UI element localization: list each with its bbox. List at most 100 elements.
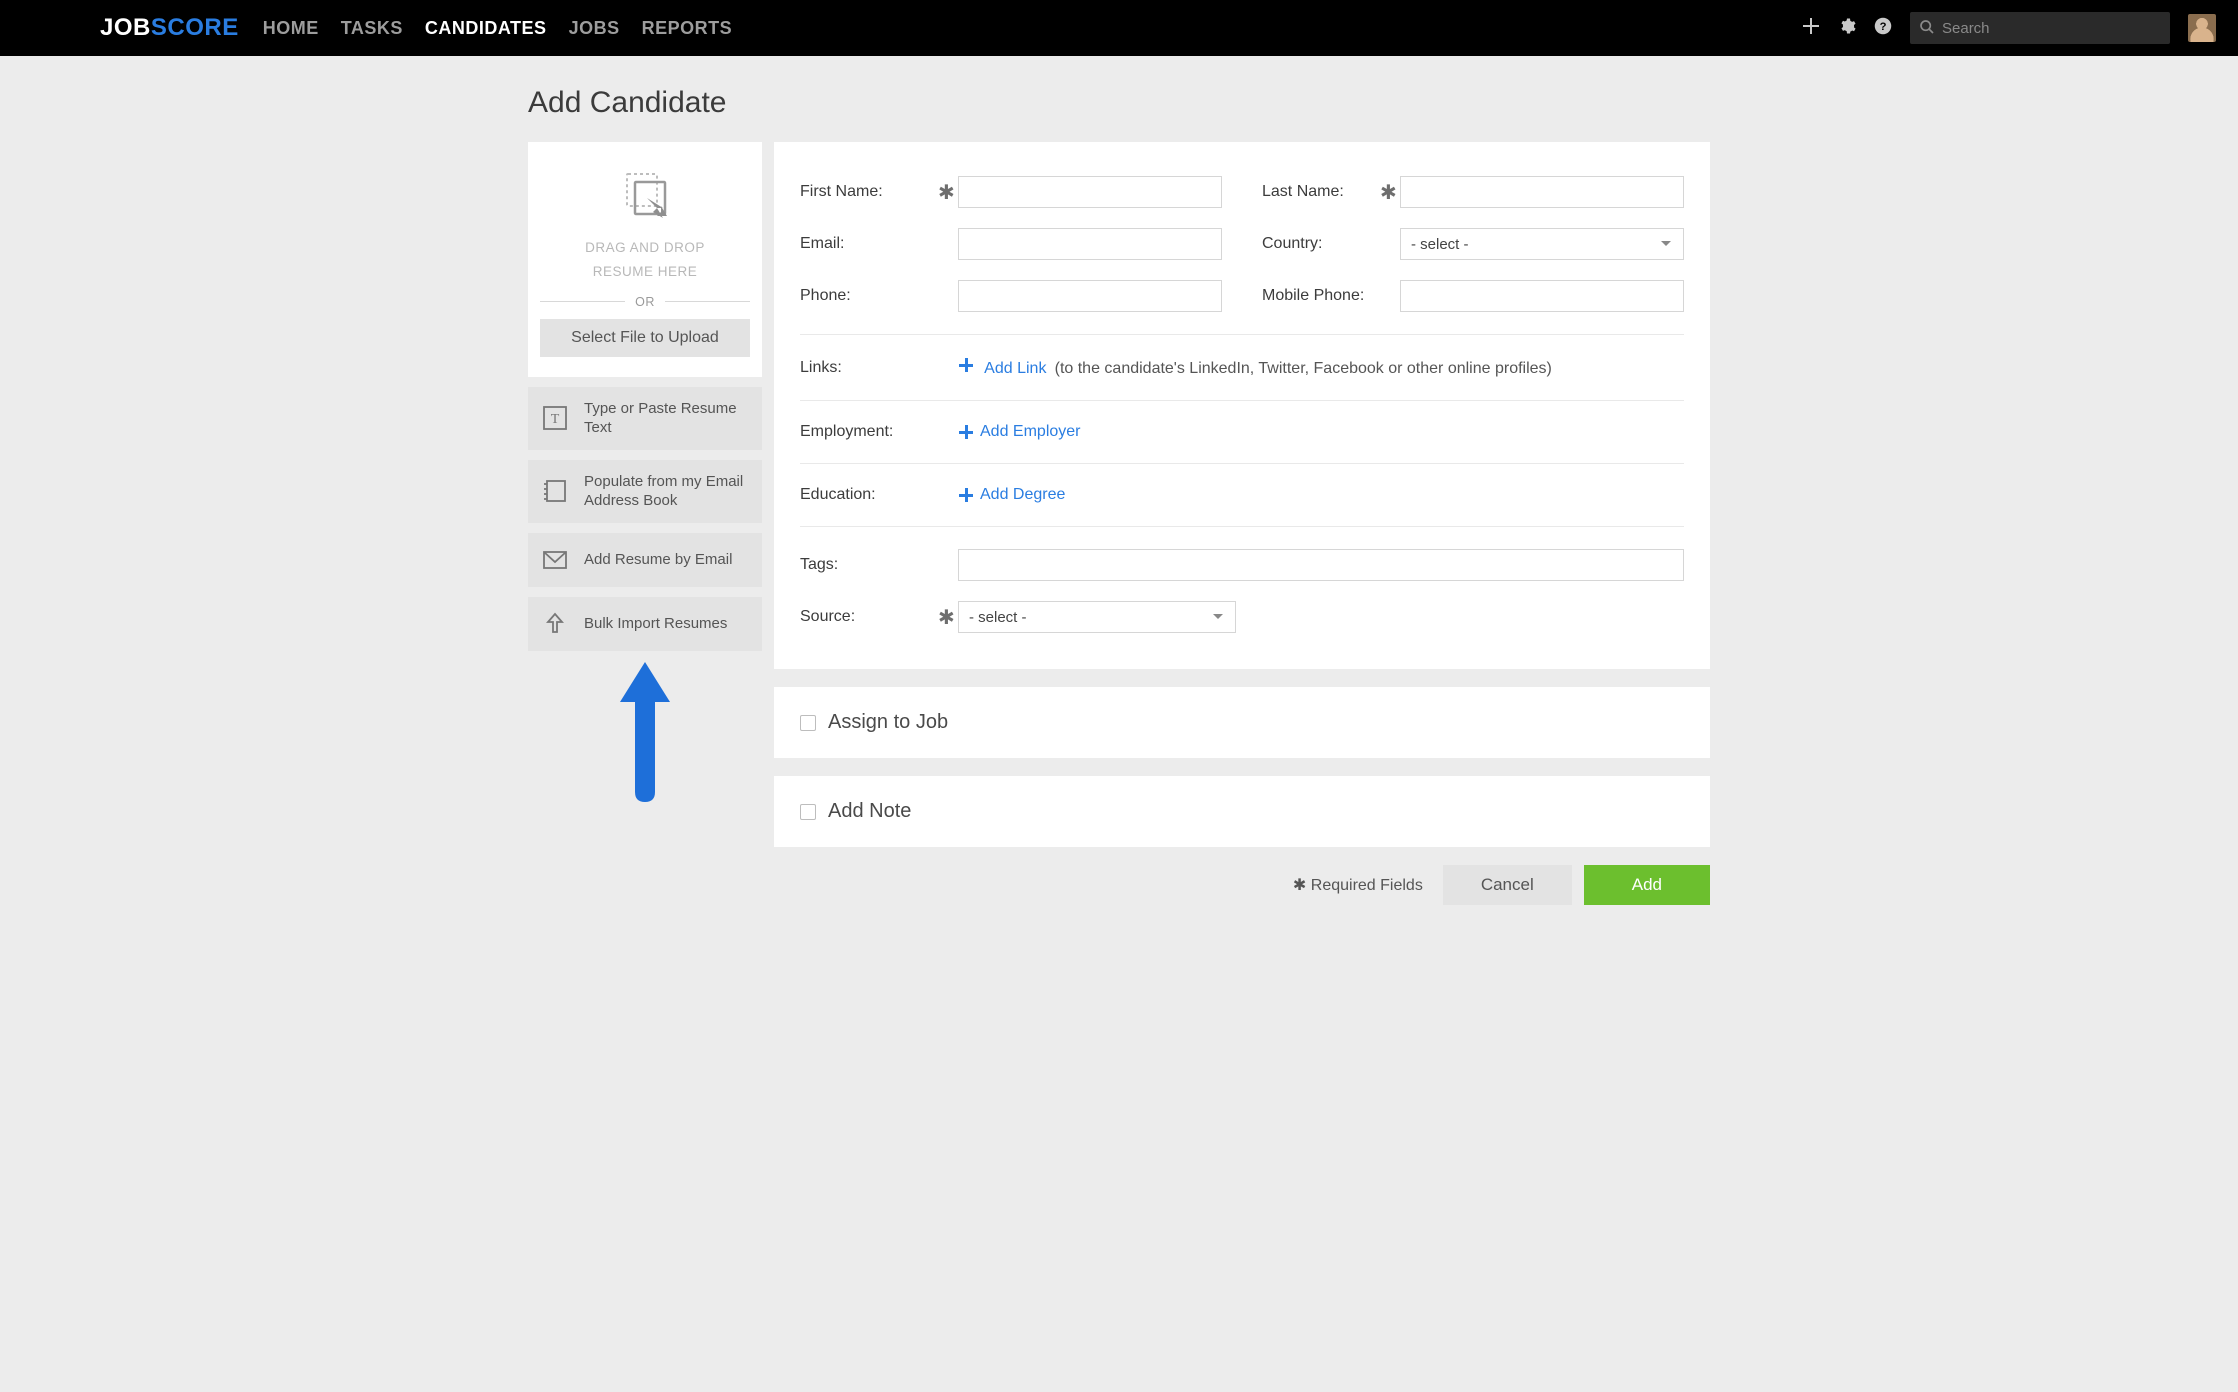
- dropzone-text: DRAG AND DROP RESUME HERE: [540, 236, 750, 285]
- label-employment: Employment:: [800, 423, 938, 441]
- sidebar-item-address-book[interactable]: Populate from my Email Address Book: [528, 460, 762, 523]
- nav-right: ?: [1802, 12, 2216, 44]
- last-name-input[interactable]: [1400, 176, 1684, 208]
- nav-tasks[interactable]: TASKS: [341, 18, 403, 39]
- sidebar-item-label: Bulk Import Resumes: [584, 614, 727, 634]
- text-icon: T: [540, 403, 570, 433]
- upload-card: DRAG AND DROP RESUME HERE OR Select File…: [528, 142, 762, 377]
- required-fields-note: ✱ Required Fields: [1293, 875, 1423, 895]
- required-mark: ✱: [938, 605, 950, 630]
- country-select[interactable]: - select -: [1400, 228, 1684, 260]
- avatar[interactable]: [2188, 14, 2216, 42]
- assign-job-checkbox[interactable]: [800, 715, 816, 731]
- nav-reports[interactable]: REPORTS: [642, 18, 733, 39]
- label-last-name: Last Name:: [1262, 183, 1380, 201]
- sidebar-item-label: Add Resume by Email: [584, 550, 732, 570]
- assign-job-label: Assign to Job: [828, 711, 948, 734]
- logo-part-b: SCORE: [151, 14, 239, 41]
- sidebar-item-label: Populate from my Email Address Book: [584, 472, 750, 511]
- contacts-icon: [540, 476, 570, 506]
- assign-job-panel: Assign to Job: [774, 687, 1710, 758]
- required-mark: ✱: [1380, 180, 1392, 205]
- row-tags: Tags:: [800, 531, 1684, 591]
- add-note-label: Add Note: [828, 800, 911, 823]
- search-input[interactable]: [1910, 12, 2170, 44]
- main-content: First Name: ✱ Last Name: ✱: [774, 142, 1710, 935]
- help-icon[interactable]: ?: [1874, 17, 1892, 39]
- columns: DRAG AND DROP RESUME HERE OR Select File…: [528, 142, 1710, 935]
- first-name-input[interactable]: [958, 176, 1222, 208]
- search-wrap: [1910, 12, 2170, 44]
- or-label: OR: [635, 295, 655, 309]
- required-mark: ✱: [1293, 877, 1306, 894]
- page-wrap: Add Candidate DRAG AND DROP RESUME HERE: [524, 86, 1714, 935]
- upload-icon: [540, 609, 570, 639]
- drop-line-1: DRAG AND DROP: [540, 236, 750, 260]
- add-button[interactable]: Add: [1584, 865, 1710, 905]
- source-value: - select -: [969, 609, 1027, 626]
- add-note-panel: Add Note: [774, 776, 1710, 847]
- row-employment: Employment: Add Employer: [800, 405, 1684, 464]
- tags-input[interactable]: [958, 549, 1684, 581]
- row-name: First Name: ✱ Last Name: ✱: [800, 166, 1684, 218]
- drop-line-2: RESUME HERE: [540, 260, 750, 284]
- svg-text:T: T: [551, 412, 560, 427]
- add-note-row: Add Note: [800, 800, 1684, 823]
- label-education: Education:: [800, 486, 938, 504]
- add-note-checkbox[interactable]: [800, 804, 816, 820]
- logo[interactable]: JOBSCORE: [100, 14, 239, 42]
- select-file-button[interactable]: Select File to Upload: [540, 319, 750, 357]
- add-degree-button[interactable]: Add Degree: [980, 486, 1065, 504]
- label-mobile-phone: Mobile Phone:: [1262, 287, 1380, 305]
- plus-icon: [958, 424, 974, 440]
- page-title: Add Candidate: [528, 86, 1710, 120]
- plus-icon: [958, 357, 974, 373]
- row-source: Source: ✱ - select -: [800, 591, 1684, 643]
- label-email: Email:: [800, 235, 938, 253]
- label-phone: Phone:: [800, 287, 938, 305]
- label-country: Country:: [1262, 235, 1380, 253]
- required-mark: ✱: [938, 180, 950, 205]
- email-input[interactable]: [958, 228, 1222, 260]
- plus-icon[interactable]: [1802, 17, 1820, 39]
- top-nav: JOBSCORE HOME TASKS CANDIDATES JOBS REPO…: [0, 0, 2238, 56]
- envelope-icon: [540, 545, 570, 575]
- dropzone-icon[interactable]: [617, 168, 673, 224]
- row-phones: Phone: Mobile Phone:: [800, 270, 1684, 335]
- svg-text:?: ?: [1880, 21, 1887, 33]
- sidebar-item-add-by-email[interactable]: Add Resume by Email: [528, 533, 762, 587]
- row-education: Education: Add Degree: [800, 468, 1684, 527]
- required-fields-label: Required Fields: [1311, 877, 1423, 894]
- phone-input[interactable]: [958, 280, 1222, 312]
- cancel-button[interactable]: Cancel: [1443, 865, 1572, 905]
- sidebar-item-type-paste[interactable]: T Type or Paste Resume Text: [528, 387, 762, 450]
- or-separator: OR: [540, 295, 750, 309]
- label-first-name: First Name:: [800, 183, 938, 201]
- sidebar: DRAG AND DROP RESUME HERE OR Select File…: [528, 142, 762, 811]
- search-icon: [1919, 19, 1935, 39]
- sidebar-item-label: Type or Paste Resume Text: [584, 399, 750, 438]
- nav-home[interactable]: HOME: [263, 18, 319, 39]
- nav-links: HOME TASKS CANDIDATES JOBS REPORTS: [263, 18, 732, 39]
- country-value: - select -: [1411, 236, 1469, 253]
- assign-job-row: Assign to Job: [800, 711, 1684, 734]
- plus-icon: [958, 487, 974, 503]
- sidebar-item-bulk-import[interactable]: Bulk Import Resumes: [528, 597, 762, 651]
- label-links: Links:: [800, 359, 938, 377]
- label-source: Source:: [800, 608, 938, 626]
- row-email-country: Email: Country: - select -: [800, 218, 1684, 270]
- add-link-button[interactable]: Add Link: [984, 360, 1046, 377]
- form-panel: First Name: ✱ Last Name: ✱: [774, 142, 1710, 669]
- footer-actions: ✱ Required Fields Cancel Add: [774, 865, 1710, 935]
- mobile-phone-input[interactable]: [1400, 280, 1684, 312]
- add-link-hint: (to the candidate's LinkedIn, Twitter, F…: [1055, 360, 1552, 377]
- add-link-wrap: Add Link (to the candidate's LinkedIn, T…: [958, 357, 1552, 378]
- gear-icon[interactable]: [1838, 17, 1856, 39]
- add-employer-button[interactable]: Add Employer: [980, 423, 1081, 441]
- source-select[interactable]: - select -: [958, 601, 1236, 633]
- logo-part-a: JOB: [100, 14, 151, 41]
- nav-jobs[interactable]: JOBS: [569, 18, 620, 39]
- row-links: Links: Add Link (to the candidate's Link…: [800, 339, 1684, 401]
- label-tags: Tags:: [800, 556, 938, 574]
- nav-candidates[interactable]: CANDIDATES: [425, 18, 547, 39]
